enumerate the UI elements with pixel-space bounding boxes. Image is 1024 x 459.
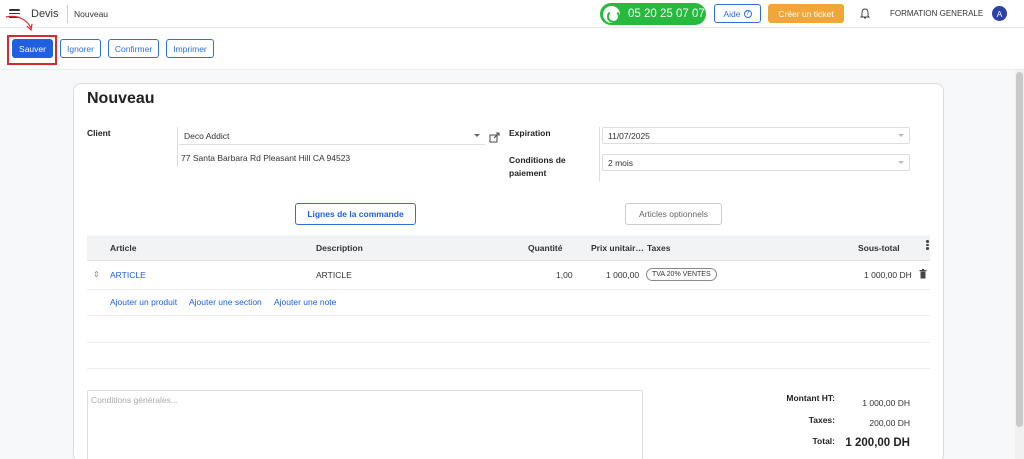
row-divider xyxy=(87,315,930,316)
tax-badge[interactable]: TVA 20% VENTES xyxy=(646,268,717,281)
add-product-link[interactable]: Ajouter un produit xyxy=(110,297,177,307)
field-border xyxy=(599,127,600,181)
add-section-link[interactable]: Ajouter une section xyxy=(189,297,262,307)
create-ticket-button[interactable]: Créer un ticket xyxy=(768,4,844,23)
help-label: Aide xyxy=(723,8,741,19)
drag-handle-icon[interactable]: ⇕ xyxy=(93,270,100,279)
column-subtotal[interactable]: Sous-total xyxy=(858,243,900,253)
table-header xyxy=(87,235,930,261)
total-label: Total: xyxy=(812,436,835,446)
client-label: Client xyxy=(87,128,111,138)
column-options-icon[interactable] xyxy=(926,240,929,250)
save-button[interactable]: Sauver xyxy=(12,39,53,58)
company-name[interactable]: FORMATION GENERALE xyxy=(890,9,983,18)
tab-optional-items[interactable]: Articles optionnels xyxy=(625,203,722,225)
column-taxes[interactable]: Taxes xyxy=(647,243,670,253)
expiration-value: 11/07/2025 xyxy=(608,130,650,141)
top-navbar xyxy=(0,0,1024,28)
question-icon: ? xyxy=(743,9,752,18)
external-link-icon[interactable] xyxy=(489,132,500,143)
help-button[interactable]: Aide ? xyxy=(714,4,761,23)
chevron-down-icon xyxy=(898,134,904,137)
add-note-link[interactable]: Ajouter une note xyxy=(274,297,336,307)
tab-order-lines[interactable]: Lignes de la commande xyxy=(295,203,416,225)
payment-terms-field[interactable]: 2 mois xyxy=(602,154,910,171)
amount-ht-value: 1 000,00 DH xyxy=(862,398,910,408)
divider xyxy=(67,5,68,23)
column-unit-price[interactable]: Prix unitair… xyxy=(591,243,644,253)
row-article[interactable]: ARTICLE xyxy=(110,270,146,280)
payment-terms-value: 2 mois xyxy=(608,157,634,168)
trash-icon[interactable] xyxy=(919,269,927,279)
page-title: Nouveau xyxy=(87,90,155,107)
headset-icon xyxy=(603,5,620,23)
client-field[interactable]: Deco Addict xyxy=(179,128,485,145)
support-phone-button[interactable]: 05 20 25 07 07 xyxy=(600,3,706,25)
row-quantity[interactable]: 1,00 xyxy=(556,270,573,280)
terms-textarea[interactable]: Conditions générales... xyxy=(87,390,643,459)
row-description[interactable]: ARTICLE xyxy=(316,270,352,280)
column-quantity[interactable]: Quantité xyxy=(528,243,562,253)
print-button[interactable]: Imprimer xyxy=(166,39,214,58)
breadcrumb: Nouveau xyxy=(74,9,109,19)
row-divider xyxy=(87,342,930,343)
payment-terms-label-line1: Conditions de xyxy=(509,155,566,165)
expiration-label: Expiration xyxy=(509,128,551,138)
client-address: 77 Santa Barbara Rd Pleasant Hill CA 945… xyxy=(181,153,351,163)
amount-ht-label: Montant HT: xyxy=(786,393,835,403)
row-divider xyxy=(87,289,930,290)
bell-icon[interactable] xyxy=(860,8,870,20)
taxes-value: 200,00 DH xyxy=(869,418,910,428)
scrollbar-thumb[interactable] xyxy=(1016,72,1023,427)
column-article[interactable]: Article xyxy=(110,243,136,253)
avatar[interactable]: A xyxy=(992,6,1007,21)
payment-terms-label: Conditions de paiement xyxy=(509,155,566,178)
chevron-down-icon xyxy=(898,161,904,164)
taxes-label: Taxes: xyxy=(808,415,835,425)
confirm-button[interactable]: Confirmer xyxy=(108,39,159,58)
support-phone-number: 05 20 25 07 07 xyxy=(628,8,705,20)
row-unit-price[interactable]: 1 000,00 xyxy=(606,270,639,280)
payment-terms-label-line2: paiement xyxy=(509,168,547,178)
field-border xyxy=(177,127,178,167)
column-description[interactable]: Description xyxy=(316,243,363,253)
client-value: Deco Addict xyxy=(184,131,230,141)
ignore-button[interactable]: Ignorer xyxy=(60,39,101,58)
expiration-field[interactable]: 11/07/2025 xyxy=(602,127,910,144)
row-divider xyxy=(87,368,930,369)
chevron-down-icon xyxy=(474,134,480,137)
annotation-arrow-icon xyxy=(5,15,33,32)
total-value: 1 200,00 DH xyxy=(845,437,910,449)
row-subtotal: 1 000,00 DH xyxy=(864,270,912,280)
